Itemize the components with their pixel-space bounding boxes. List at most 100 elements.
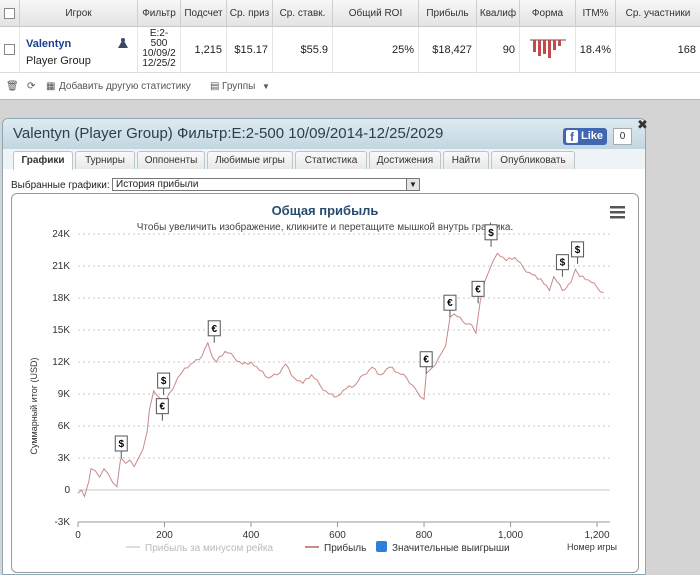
tab-achievements[interactable]: Достижения bbox=[369, 151, 441, 169]
x-tick-label: 1,200 bbox=[585, 530, 610, 541]
qualif-value: 90 bbox=[477, 27, 520, 73]
header-avg-stake[interactable]: Ср. ставк. bbox=[273, 0, 333, 27]
x-tick-label: 200 bbox=[156, 530, 173, 541]
chart-subtitle: Чтобы увеличить изображение, кликните и … bbox=[137, 221, 514, 233]
avg-stake-value: $55.9 bbox=[273, 27, 333, 73]
close-icon[interactable]: ✖ bbox=[637, 117, 648, 133]
legend-item-profit[interactable]: Прибыль bbox=[324, 542, 366, 554]
header-checkbox-cell[interactable] bbox=[0, 0, 20, 27]
facebook-icon: f bbox=[566, 130, 578, 144]
tab-charts[interactable]: Графики bbox=[13, 151, 73, 170]
count-value: 1,215 bbox=[181, 27, 227, 73]
stats-header-row: Игрок Фильтр Подсчет Ср. приз Ср. ставк.… bbox=[0, 0, 700, 27]
y-tick-label: 18K bbox=[52, 293, 70, 304]
header-avg-participants[interactable]: Ср. участники bbox=[616, 0, 700, 27]
avg-prize-value: $15.17 bbox=[227, 27, 273, 73]
big-win-marker-symbol: $ bbox=[118, 439, 124, 450]
big-win-marker-symbol: € bbox=[160, 402, 166, 413]
like-label: Like bbox=[581, 130, 604, 142]
x-tick-label: 600 bbox=[329, 530, 346, 541]
x-tick-label: 0 bbox=[75, 530, 81, 541]
y-tick-label: 9K bbox=[58, 389, 71, 400]
player-group: Player Group bbox=[26, 55, 91, 67]
window-titlebar[interactable]: Valentyn (Player Group) Фильтр:E:2-500 1… bbox=[3, 117, 648, 149]
add-stats-icon[interactable]: ▦ bbox=[46, 76, 55, 98]
profit-value: $18,427 bbox=[419, 27, 477, 73]
y-axis-label: Суммарный итог (USD) bbox=[29, 357, 39, 454]
y-tick-label: 21K bbox=[52, 261, 70, 272]
header-filter[interactable]: Фильтр bbox=[138, 0, 181, 27]
chevron-down-icon[interactable]: ▼ bbox=[262, 76, 270, 98]
tab-publish[interactable]: Опубликовать bbox=[491, 151, 575, 169]
filter-line: 12/25/2 bbox=[142, 58, 176, 69]
big-win-marker-symbol: € bbox=[447, 298, 453, 309]
facebook-like-button[interactable]: f Like bbox=[563, 128, 607, 145]
header-profit[interactable]: Прибыль bbox=[419, 0, 477, 27]
like-count: 0 bbox=[613, 128, 632, 145]
stats-toolbar: 🗑 ⟳ ▦ Добавить другую статистику ▤ Групп… bbox=[0, 76, 700, 98]
profit-chart[interactable]: Общая прибыль Чтобы увеличить изображени… bbox=[12, 194, 638, 572]
header-player[interactable]: Игрок bbox=[20, 0, 138, 27]
y-tick-label: 24K bbox=[52, 229, 70, 240]
trash-icon[interactable]: 🗑 bbox=[6, 76, 19, 98]
header-count[interactable]: Подсчет bbox=[181, 0, 227, 27]
chart-menu-icon[interactable] bbox=[610, 206, 625, 219]
roi-value: 25% bbox=[333, 27, 419, 73]
legend-item-big-wins[interactable]: Значительные выигрыши bbox=[392, 543, 510, 554]
chevron-down-icon[interactable]: ▼ bbox=[406, 179, 419, 190]
form-sparkline bbox=[530, 39, 566, 58]
y-tick-label: -3K bbox=[54, 517, 70, 528]
x-tick-label: 800 bbox=[416, 530, 433, 541]
big-win-marker-symbol: $ bbox=[488, 228, 494, 239]
big-win-marker-symbol: € bbox=[475, 284, 481, 295]
y-tick-label: 12K bbox=[52, 357, 70, 368]
chart-select[interactable]: История прибыли ▼ bbox=[112, 178, 420, 191]
row-checkbox[interactable] bbox=[4, 44, 15, 55]
x-tick-label: 1,000 bbox=[498, 530, 523, 541]
row-checkbox-cell[interactable] bbox=[0, 27, 20, 73]
legend-item-net[interactable]: Прибыль за минусом рейка bbox=[145, 542, 274, 554]
y-tick-label: 15K bbox=[52, 325, 70, 336]
big-win-marker-symbol: $ bbox=[161, 376, 167, 387]
form-cell bbox=[520, 27, 576, 73]
header-roi[interactable]: Общий ROI bbox=[333, 0, 419, 27]
itm-value: 18.4% bbox=[576, 27, 616, 73]
chart-container[interactable]: Общая прибыль Чтобы увеличить изображени… bbox=[11, 193, 639, 573]
big-win-marker-symbol: € bbox=[423, 355, 429, 366]
tab-favorite-games[interactable]: Любимые игры bbox=[207, 151, 293, 169]
stats-table: Игрок Фильтр Подсчет Ср. приз Ср. ставк.… bbox=[0, 0, 700, 100]
chart-select-value: История прибыли bbox=[116, 179, 199, 190]
refresh-icon[interactable]: ⟳ bbox=[27, 76, 35, 98]
window-tabs: Графики Турниры Оппоненты Любимые игры С… bbox=[3, 149, 645, 170]
header-itm[interactable]: ITM% bbox=[576, 0, 616, 27]
header-form[interactable]: Форма bbox=[520, 0, 576, 27]
add-stats-link[interactable]: Добавить другую статистику bbox=[59, 76, 191, 98]
tab-tournaments[interactable]: Турниры bbox=[75, 151, 135, 169]
chart-title: Общая прибыль bbox=[272, 203, 379, 218]
tab-statistics[interactable]: Статистика bbox=[295, 151, 367, 169]
player-network-icon bbox=[118, 38, 128, 48]
chart-legend: Прибыль за минусом рейка Прибыль Значите… bbox=[126, 541, 510, 554]
legend-swatch-big-wins bbox=[376, 541, 387, 552]
groups-icon[interactable]: ▤ bbox=[210, 76, 219, 98]
big-win-marker-symbol: € bbox=[211, 324, 217, 335]
series-line-profit bbox=[77, 252, 604, 498]
y-tick-label: 6K bbox=[58, 421, 71, 432]
avg-participants-value: 168 bbox=[677, 44, 696, 56]
header-qualif[interactable]: Квалиф bbox=[477, 0, 520, 27]
tab-search[interactable]: Найти bbox=[443, 151, 489, 169]
y-tick-label: 0 bbox=[64, 485, 70, 496]
big-win-marker-symbol: $ bbox=[560, 258, 566, 269]
tab-opponents[interactable]: Оппоненты bbox=[137, 151, 205, 169]
chart-select-label: Выбранные графики: bbox=[11, 180, 110, 191]
groups-dropdown[interactable]: Группы bbox=[222, 76, 255, 98]
y-tick-label: 3K bbox=[58, 453, 71, 464]
table-row: Valentyn Player Group E:2- 500 10/09/2 1… bbox=[0, 27, 700, 73]
window-bottom-shadow bbox=[0, 555, 650, 575]
x-axis-label: Номер игры bbox=[567, 542, 617, 552]
select-all-checkbox[interactable] bbox=[4, 8, 15, 19]
header-avg-prize[interactable]: Ср. приз bbox=[227, 0, 273, 27]
player-cell: Valentyn Player Group bbox=[20, 27, 138, 73]
player-window: Valentyn (Player Group) Фильтр:E:2-500 1… bbox=[2, 117, 648, 575]
window-title: Valentyn (Player Group) Фильтр:E:2-500 1… bbox=[13, 125, 444, 142]
